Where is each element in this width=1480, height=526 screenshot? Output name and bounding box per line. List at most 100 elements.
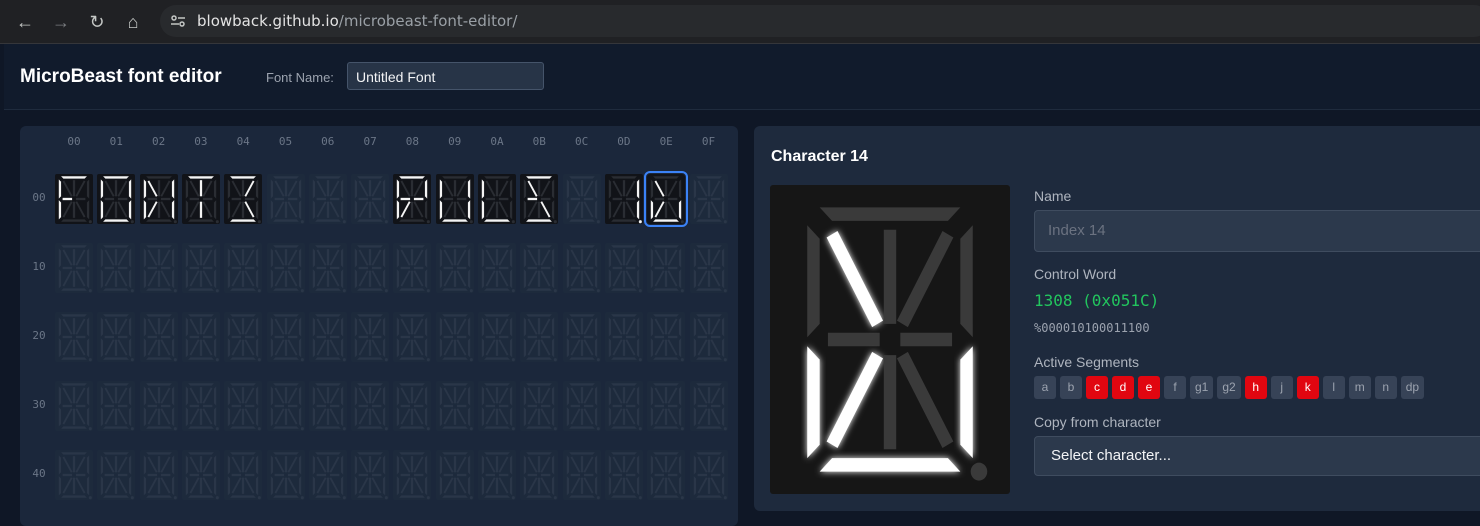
segment-g1[interactable]: [827, 332, 880, 347]
name-input[interactable]: Index 14: [1034, 210, 1480, 252]
segment-toggle-l[interactable]: l: [1322, 376, 1345, 399]
segment-h[interactable]: [826, 231, 884, 328]
character-cell[interactable]: [266, 450, 305, 500]
segment-toggle-c[interactable]: c: [1086, 376, 1108, 399]
character-cell[interactable]: [181, 312, 220, 362]
character-cell[interactable]: [224, 312, 263, 362]
character-cell[interactable]: [393, 174, 432, 224]
character-cell[interactable]: [266, 243, 305, 293]
character-cell[interactable]: [308, 381, 347, 431]
character-cell[interactable]: [393, 450, 432, 500]
character-cell[interactable]: [435, 312, 474, 362]
character-cell[interactable]: [181, 243, 220, 293]
character-cell[interactable]: [181, 381, 220, 431]
character-cell[interactable]: [97, 174, 136, 224]
segment-toggle-b[interactable]: b: [1060, 376, 1082, 399]
character-cell[interactable]: [308, 243, 347, 293]
segment-toggle-a[interactable]: a: [1034, 376, 1056, 399]
character-cell[interactable]: [689, 450, 728, 500]
character-cell[interactable]: [478, 174, 516, 224]
character-cell[interactable]: [604, 450, 643, 500]
back-icon[interactable]: ←: [12, 9, 38, 35]
character-cell[interactable]: [604, 174, 643, 224]
character-cell[interactable]: [478, 243, 516, 293]
forward-icon[interactable]: →: [48, 9, 74, 35]
character-cell[interactable]: [604, 312, 643, 362]
segment-c[interactable]: [960, 346, 973, 459]
segment-l[interactable]: [883, 355, 897, 450]
character-cell[interactable]: [647, 450, 686, 500]
character-cell[interactable]: [520, 312, 559, 362]
character-cell[interactable]: [689, 312, 728, 362]
character-cell[interactable]: [55, 243, 93, 293]
font-name-input[interactable]: Untitled Font: [347, 62, 544, 90]
segment-toggle-f[interactable]: f: [1164, 376, 1186, 399]
character-cell[interactable]: [478, 312, 516, 362]
segment-toggle-m[interactable]: m: [1348, 376, 1371, 399]
character-cell[interactable]: [224, 243, 263, 293]
character-cell[interactable]: [689, 381, 728, 431]
character-cell[interactable]: [308, 174, 347, 224]
character-cell[interactable]: [562, 243, 601, 293]
character-cell[interactable]: [689, 174, 728, 224]
character-cell[interactable]: [478, 450, 516, 500]
character-cell[interactable]: [266, 174, 305, 224]
segment-k[interactable]: [826, 351, 884, 448]
segment-d[interactable]: [819, 458, 961, 472]
character-cell[interactable]: [393, 243, 432, 293]
address-bar[interactable]: blowback.github.io/microbeast-font-edito…: [160, 5, 1480, 37]
character-cell[interactable]: [139, 243, 178, 293]
home-icon[interactable]: ⌂: [120, 9, 146, 35]
reload-icon[interactable]: ↻: [84, 9, 110, 35]
segment-g2[interactable]: [900, 332, 953, 347]
character-cell[interactable]: [562, 450, 601, 500]
character-cell[interactable]: [647, 381, 686, 431]
character-cell[interactable]: [55, 381, 93, 431]
copy-from-select[interactable]: Select character...: [1034, 436, 1480, 476]
character-cell[interactable]: [604, 381, 643, 431]
character-cell[interactable]: [224, 174, 263, 224]
character-cell[interactable]: [139, 450, 178, 500]
segment-toggle-k[interactable]: k: [1296, 376, 1319, 399]
character-cell[interactable]: [562, 381, 601, 431]
character-cell[interactable]: [224, 450, 263, 500]
segment-b[interactable]: [960, 225, 973, 338]
character-cell[interactable]: [181, 174, 220, 224]
site-info-icon[interactable]: [170, 13, 186, 29]
character-cell[interactable]: [393, 312, 432, 362]
character-cell[interactable]: [55, 174, 93, 224]
character-cell[interactable]: [562, 174, 601, 224]
character-cell[interactable]: [644, 171, 689, 227]
character-cell[interactable]: [520, 243, 559, 293]
segment-toggle-h[interactable]: h: [1244, 376, 1267, 399]
segment-dp[interactable]: [970, 462, 988, 481]
character-cell[interactable]: [478, 381, 516, 431]
character-cell[interactable]: [435, 450, 474, 500]
segment-toggle-dp[interactable]: dp: [1400, 376, 1425, 399]
character-cell[interactable]: [266, 381, 305, 431]
segment-i[interactable]: [883, 229, 897, 324]
character-cell[interactable]: [647, 312, 686, 362]
segment-a[interactable]: [819, 207, 961, 221]
character-cell[interactable]: [139, 381, 178, 431]
character-cell[interactable]: [351, 450, 390, 500]
character-cell[interactable]: [308, 450, 347, 500]
character-cell[interactable]: [562, 312, 601, 362]
character-cell[interactable]: [435, 174, 474, 224]
character-cell[interactable]: [97, 312, 136, 362]
character-cell[interactable]: [97, 381, 136, 431]
character-cell[interactable]: [647, 243, 686, 293]
character-cell[interactable]: [139, 174, 178, 224]
character-cell[interactable]: [266, 312, 305, 362]
character-cell[interactable]: [97, 450, 136, 500]
character-cell[interactable]: [139, 312, 178, 362]
segment-m[interactable]: [896, 351, 954, 448]
character-cell[interactable]: [181, 450, 220, 500]
character-cell[interactable]: [435, 243, 474, 293]
segment-toggle-n[interactable]: n: [1374, 376, 1397, 399]
character-cell[interactable]: [351, 381, 390, 431]
character-cell[interactable]: [435, 381, 474, 431]
character-cell[interactable]: [308, 312, 347, 362]
character-cell[interactable]: [55, 312, 93, 362]
segment-display-preview[interactable]: [770, 185, 1010, 494]
